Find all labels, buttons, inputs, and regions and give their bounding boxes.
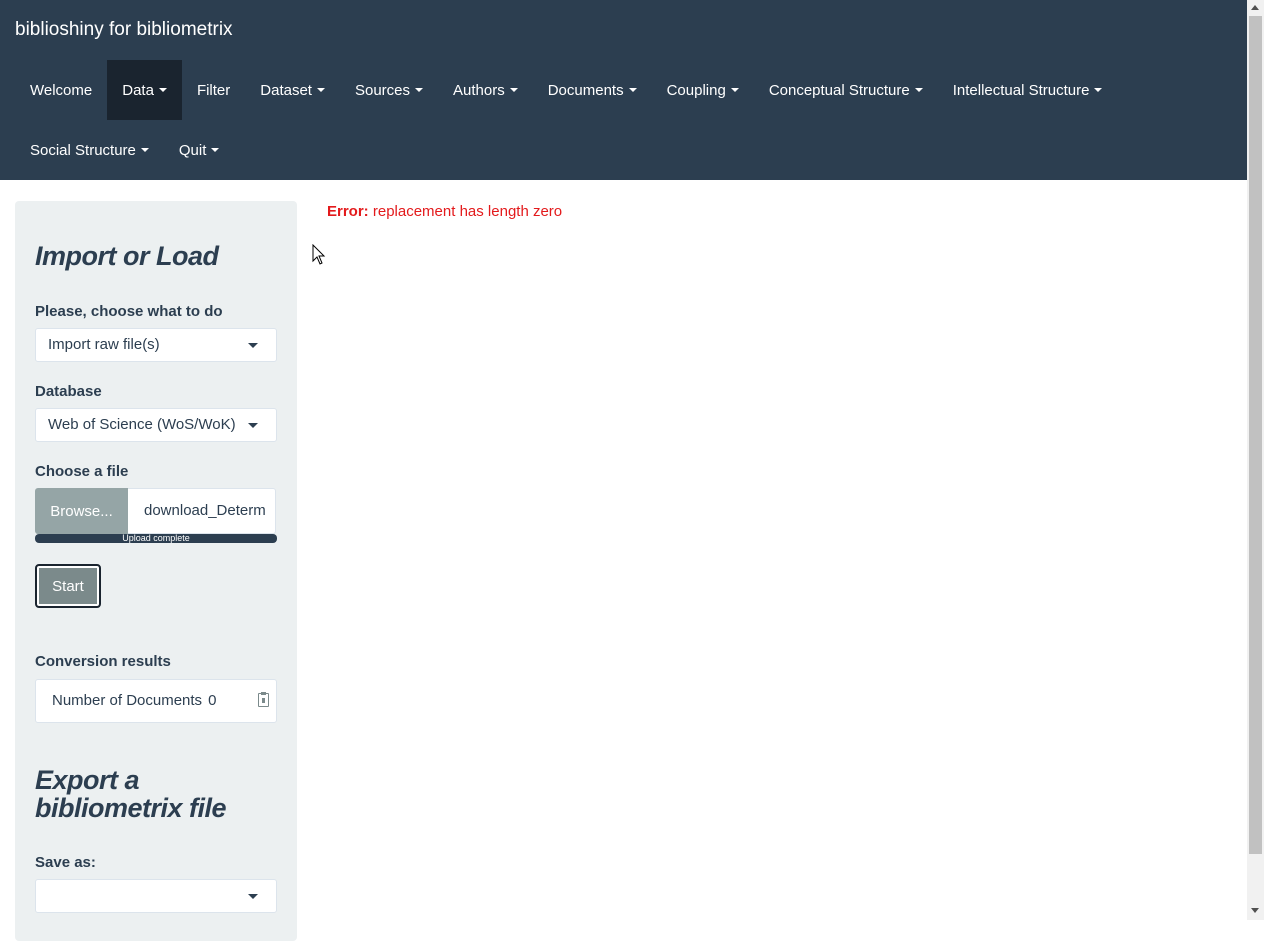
caret-down-icon (316, 88, 325, 92)
export-heading: Export a bibliometrix file (35, 765, 227, 823)
caret-down-icon (509, 88, 518, 92)
database-value: Web of Science (WoS/WoK) (48, 416, 236, 433)
nav-item-welcome[interactable]: Welcome (15, 60, 107, 120)
nav-item-label: Quit (178, 141, 207, 159)
nav-item-label: Sources (354, 81, 411, 99)
nav-item-label: Dataset (260, 81, 312, 99)
file-name-value: download_Determ (144, 502, 266, 519)
nav-item-documents[interactable]: Documents (533, 60, 652, 120)
nav-item-label: Documents (547, 81, 624, 99)
chevron-down-icon (248, 423, 258, 428)
nav-item-coupling[interactable]: Coupling (652, 60, 754, 120)
nav-item-label: Filter (196, 81, 231, 99)
scrollbar-thumb[interactable] (1249, 16, 1262, 854)
choose-file-label: Choose a file (35, 463, 129, 480)
caret-down-icon (415, 88, 424, 92)
error-text: replacement has length zero (372, 203, 563, 220)
top-navbar: biblioshiny for bibliometrix Welcome Data… (0, 0, 1247, 180)
nav-item-filter[interactable]: Filter (182, 60, 245, 120)
nav-item-label: Data (122, 81, 154, 99)
upload-progress-bar: Upload complete (35, 534, 277, 543)
nav-item-sources[interactable]: Sources (340, 60, 438, 120)
nav-item-label: Coupling (666, 81, 726, 99)
error-label: Error: (327, 203, 369, 220)
caret-down-icon (730, 88, 739, 92)
chevron-down-icon (248, 894, 258, 899)
conversion-results-box: Number of Documents 0 (35, 679, 277, 723)
nav-item-dataset[interactable]: Dataset (245, 60, 340, 120)
scroll-down-icon[interactable] (1251, 908, 1259, 913)
mouse-cursor-icon (312, 244, 326, 265)
caret-down-icon (158, 88, 167, 92)
import-heading: Import or Load (35, 241, 219, 271)
error-message: Error: replacement has length zero (327, 203, 562, 220)
nav-item-label: Intellectual Structure (952, 81, 1090, 99)
page-scrollbar[interactable] (1247, 0, 1264, 920)
nav-item-label: Social Structure (30, 141, 136, 159)
choose-action-label: Please, choose what to do (35, 303, 223, 320)
nav-item-quit[interactable]: Quit (164, 120, 235, 180)
browse-button[interactable]: Browse... (35, 488, 128, 534)
nav-row-secondary: Social Structure Quit (15, 120, 234, 180)
nav-item-social-structure[interactable]: Social Structure (15, 120, 164, 180)
nav-item-conceptual-structure[interactable]: Conceptual Structure (754, 60, 938, 120)
choose-action-value: Import raw file(s) (48, 336, 160, 353)
num-documents-value: 0 (208, 692, 217, 709)
nav-item-data[interactable]: Data (107, 60, 182, 120)
num-documents-label: Number of Documents (52, 692, 203, 709)
choose-action-select[interactable]: Import raw file(s) (35, 328, 277, 362)
file-name-field[interactable]: download_Determ (128, 488, 276, 534)
conversion-results-label: Conversion results (35, 653, 171, 670)
caret-down-icon (1094, 88, 1103, 92)
database-label: Database (35, 383, 102, 400)
caret-down-icon (140, 148, 149, 152)
caret-down-icon (211, 148, 220, 152)
clipboard-icon[interactable] (258, 692, 269, 707)
nav-item-label: Conceptual Structure (768, 81, 910, 99)
nav-item-intellectual-structure[interactable]: Intellectual Structure (938, 60, 1118, 120)
nav-item-authors[interactable]: Authors (438, 60, 533, 120)
database-select[interactable]: Web of Science (WoS/WoK) (35, 408, 277, 442)
app-title[interactable]: biblioshiny for bibliometrix (15, 18, 233, 42)
caret-down-icon (914, 88, 923, 92)
start-button[interactable]: Start (35, 564, 101, 608)
nav-item-label: Authors (453, 81, 505, 99)
save-as-label: Save as: (35, 854, 96, 871)
num-documents-text: Number of Documents 0 (52, 692, 216, 709)
caret-down-icon (628, 88, 637, 92)
nav-row-primary: Welcome Data Filter Dataset Sources Authors Do… (15, 60, 1117, 120)
chevron-down-icon (248, 343, 258, 348)
scroll-up-icon[interactable] (1251, 5, 1259, 10)
sidebar-panel: Import or Load Please, choose what to do… (15, 201, 297, 941)
nav-item-label: Welcome (30, 81, 93, 99)
save-as-select[interactable] (35, 879, 277, 913)
